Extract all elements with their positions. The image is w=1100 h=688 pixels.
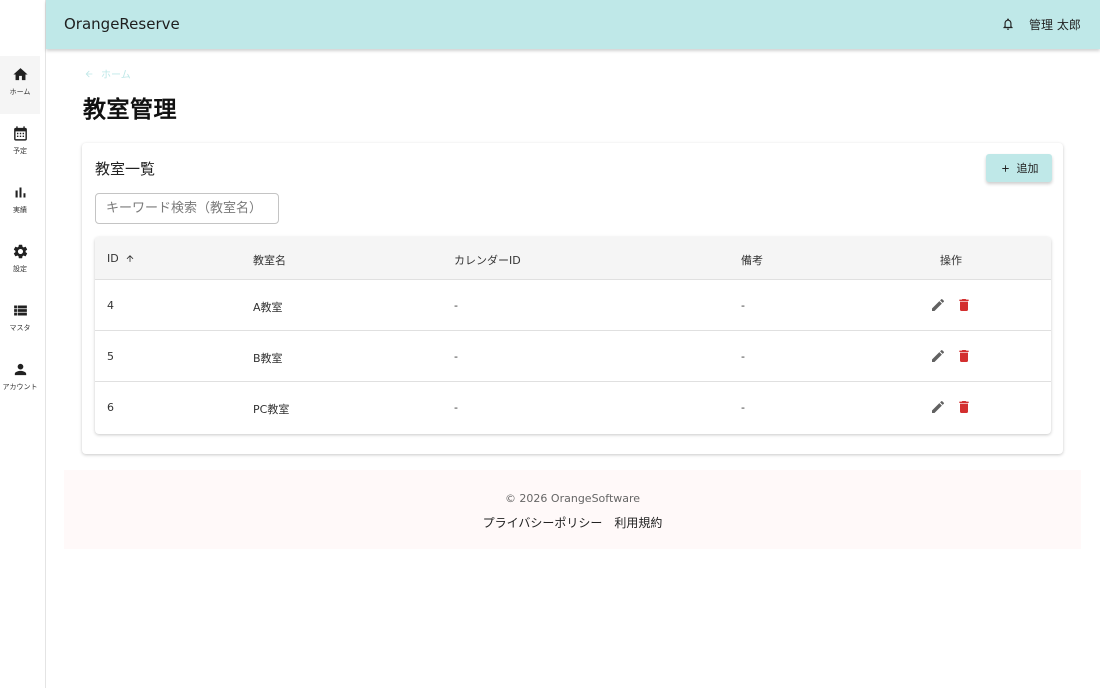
table-header: ID 教室名 カレンダーID 備考 操作 bbox=[95, 237, 1051, 280]
column-header-label: ID bbox=[107, 252, 119, 265]
sidebar-item-label: マスタ bbox=[9, 324, 31, 332]
column-header-note[interactable]: 備考 bbox=[741, 252, 763, 268]
gear-icon bbox=[13, 244, 27, 259]
home-icon bbox=[12, 68, 28, 81]
trash-icon bbox=[959, 350, 969, 362]
privacy-policy-link[interactable]: プライバシーポリシー bbox=[483, 514, 603, 531]
column-header-calendar-id[interactable]: カレンダーID bbox=[454, 252, 521, 268]
sidebar-item-settings[interactable]: 設定 bbox=[0, 233, 40, 291]
app-title[interactable]: OrangeReserve bbox=[64, 15, 180, 33]
sidebar-item-label: アカウント bbox=[2, 383, 38, 391]
cell-calendar-id: - bbox=[454, 350, 458, 363]
sidebar-item-account[interactable]: アカウント bbox=[0, 351, 40, 409]
pencil-icon bbox=[932, 349, 945, 362]
cell-name: PC教室 bbox=[253, 403, 290, 416]
bell-icon bbox=[1003, 18, 1013, 30]
sidebar-item-master[interactable]: マスタ bbox=[0, 292, 40, 350]
classroom-list-card: 教室一覧 追加 ID 教室名 カレンダーID 備考 操作 4 A教室 - - bbox=[82, 143, 1063, 454]
arrow-up-icon bbox=[126, 255, 134, 262]
sidebar-item-home[interactable]: ホーム bbox=[0, 56, 40, 114]
sidebar-item-label: 設定 bbox=[13, 265, 27, 273]
classroom-table: ID 教室名 カレンダーID 備考 操作 4 A教室 - - 5 B教室 - - bbox=[95, 237, 1051, 434]
table-row: 4 A教室 - - bbox=[95, 280, 1051, 331]
sidebar-item-label: 予定 bbox=[13, 147, 27, 155]
user-menu[interactable]: 管理 太郎 bbox=[1029, 16, 1081, 33]
page-title: 教室管理 bbox=[83, 97, 177, 123]
sidebar-item-label: 実績 bbox=[13, 206, 27, 214]
cell-note: - bbox=[741, 401, 745, 414]
cell-note: - bbox=[741, 350, 745, 363]
delete-button[interactable] bbox=[956, 348, 972, 364]
calendar-icon bbox=[13, 126, 27, 141]
sidebar-item-schedule[interactable]: 予定 bbox=[0, 115, 40, 173]
bar-chart-icon bbox=[15, 187, 25, 198]
breadcrumb-label: ホーム bbox=[101, 70, 131, 81]
copyright: © 2026 OrangeSoftware bbox=[504, 492, 641, 505]
pencil-icon bbox=[932, 400, 945, 413]
cell-calendar-id: - bbox=[454, 401, 458, 414]
arrow-left-icon bbox=[85, 70, 93, 77]
edit-button[interactable] bbox=[930, 297, 946, 313]
edit-button[interactable] bbox=[930, 348, 946, 364]
cell-id: 4 bbox=[107, 299, 114, 312]
cell-note: - bbox=[741, 299, 745, 312]
search-input[interactable] bbox=[95, 193, 279, 224]
trash-icon bbox=[959, 401, 969, 413]
edit-button[interactable] bbox=[930, 399, 946, 415]
card-title: 教室一覧 bbox=[95, 160, 156, 178]
column-header-id[interactable]: ID bbox=[107, 252, 135, 265]
sidebar: ホーム 予定 実績 設定 マスタ アカウント bbox=[0, 0, 46, 688]
table-row: 6 PC教室 - - bbox=[95, 382, 1051, 433]
cell-calendar-id: - bbox=[454, 299, 458, 312]
cell-name: B教室 bbox=[253, 352, 283, 365]
footer: © 2026 OrangeSoftware プライバシーポリシー 利用規約 bbox=[64, 470, 1081, 549]
cell-name: A教室 bbox=[253, 301, 283, 314]
cell-id: 6 bbox=[107, 401, 114, 414]
sidebar-item-label: ホーム bbox=[9, 88, 31, 96]
footer-links: プライバシーポリシー 利用規約 bbox=[64, 514, 1081, 531]
plus-icon bbox=[1001, 164, 1009, 172]
cell-id: 5 bbox=[107, 350, 114, 363]
app-bar: OrangeReserve 管理 太郎 bbox=[46, 0, 1100, 49]
add-button[interactable]: 追加 bbox=[986, 154, 1052, 182]
column-header-name[interactable]: 教室名 bbox=[253, 252, 286, 268]
sidebar-item-results[interactable]: 実績 bbox=[0, 174, 40, 232]
add-button-label: 追加 bbox=[1016, 162, 1039, 175]
column-header-actions: 操作 bbox=[940, 254, 962, 267]
breadcrumb[interactable]: ホーム bbox=[84, 66, 131, 81]
terms-link[interactable]: 利用規約 bbox=[614, 514, 662, 531]
list-icon bbox=[13, 305, 27, 316]
delete-button[interactable] bbox=[956, 297, 972, 313]
pencil-icon bbox=[932, 298, 945, 311]
notification-button[interactable] bbox=[1001, 16, 1015, 32]
delete-button[interactable] bbox=[956, 399, 972, 415]
person-icon bbox=[14, 363, 26, 376]
table-row: 5 B教室 - - bbox=[95, 331, 1051, 382]
trash-icon bbox=[959, 299, 969, 311]
